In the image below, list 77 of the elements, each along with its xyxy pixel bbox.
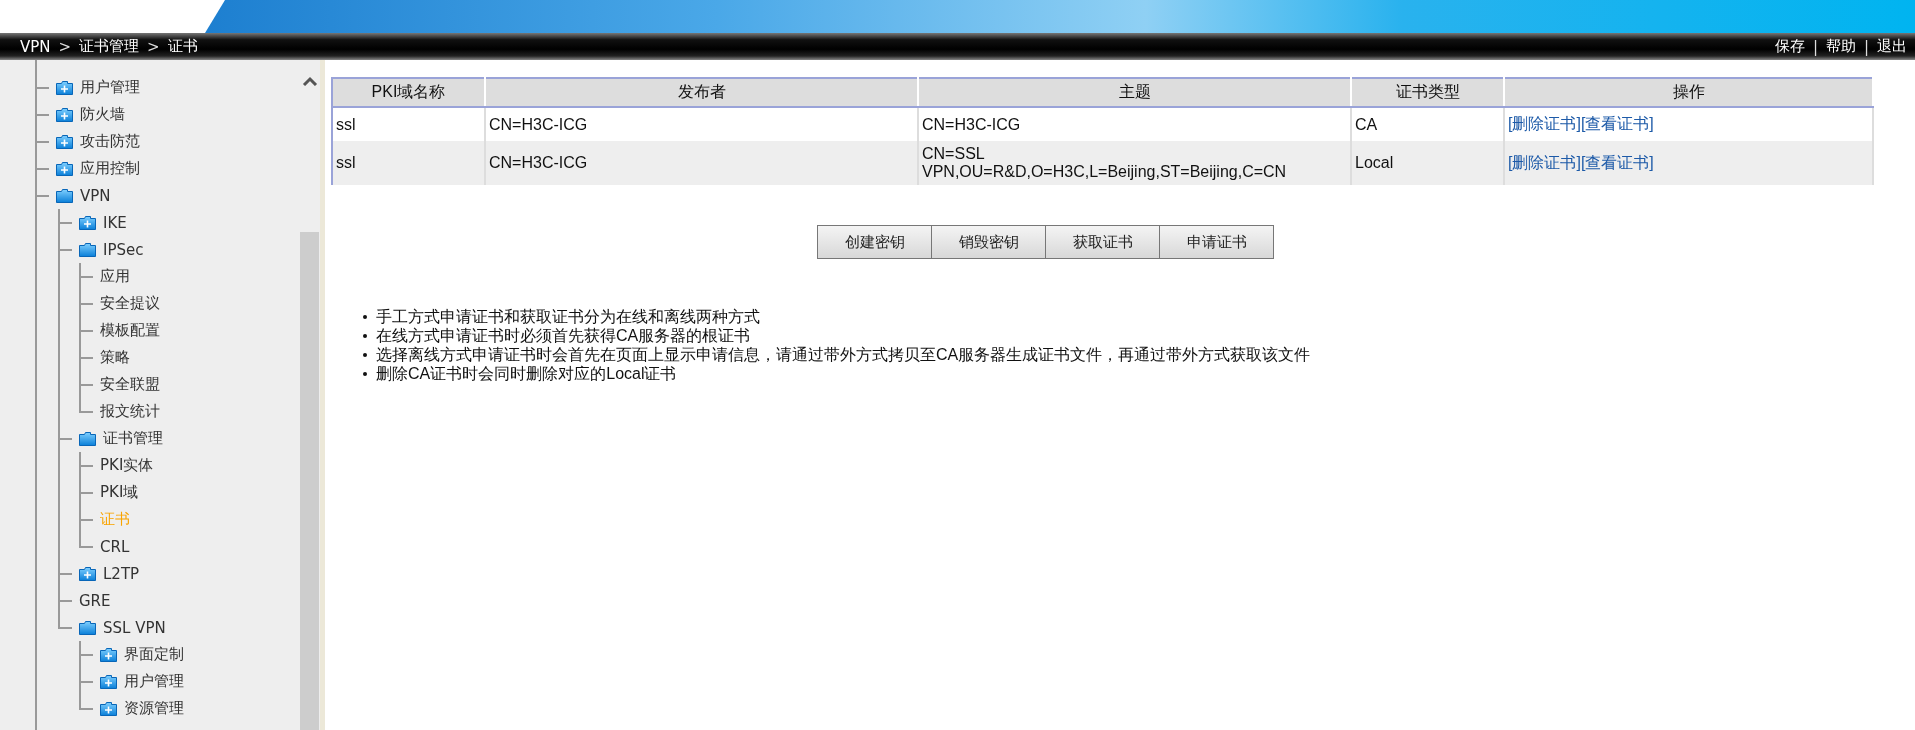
- folder-plus-icon[interactable]: [56, 80, 73, 95]
- action-link[interactable]: [查看证书]: [1580, 153, 1654, 171]
- tree-item[interactable]: PKI域: [100, 483, 139, 502]
- tree-item[interactable]: 报文统计: [100, 402, 160, 421]
- column-header: 发布者: [485, 78, 918, 107]
- tree-item[interactable]: GRE: [79, 591, 111, 610]
- tree-item[interactable]: 安全联盟: [100, 375, 160, 394]
- header-link[interactable]: 保存: [1774, 37, 1805, 56]
- table-cell: ssl: [332, 141, 485, 185]
- tree-item[interactable]: VPN: [80, 186, 111, 205]
- scrollbar-thumb[interactable]: [300, 232, 319, 730]
- folder-icon[interactable]: [56, 188, 73, 203]
- tree-item[interactable]: 界面定制: [124, 645, 184, 664]
- table-cell: Local: [1351, 141, 1504, 185]
- note-text: 选择离线方式申请证书时会首先在页面上显示申请信息，请通过带外方式拷贝至CA服务器生成证书文件，再通过带外方式获取该文件: [376, 345, 1311, 364]
- folder-plus-icon[interactable]: [56, 134, 73, 149]
- bullet-icon: [363, 314, 367, 319]
- folder-icon[interactable]: [79, 620, 96, 635]
- tree-item[interactable]: 攻击防范: [80, 132, 140, 151]
- table-cell: ssl: [332, 107, 485, 141]
- tree-item[interactable]: 防火墙: [80, 105, 125, 124]
- action-button[interactable]: 创建密钥: [817, 225, 932, 259]
- table-cell: CA: [1351, 107, 1504, 141]
- tree-item[interactable]: IPSec: [103, 240, 144, 259]
- tree-item[interactable]: 用户管理: [80, 78, 140, 97]
- tree-item[interactable]: 安全提议: [100, 294, 160, 313]
- tree-item[interactable]: PKI实体: [100, 456, 154, 475]
- column-header: 操作: [1504, 78, 1873, 107]
- breadcrumb-current: 证书: [167, 37, 198, 56]
- column-header: 证书类型: [1351, 78, 1504, 107]
- folder-plus-icon[interactable]: [56, 161, 73, 176]
- tree-item[interactable]: CRL: [100, 537, 130, 556]
- separator: >: [58, 37, 72, 56]
- bullet-icon: [363, 352, 367, 357]
- bullet-icon: [363, 371, 367, 376]
- tree-item[interactable]: 策略: [100, 348, 130, 367]
- tree-item[interactable]: 用户管理: [124, 672, 184, 691]
- bullet-icon: [363, 333, 367, 338]
- folder-plus-icon[interactable]: [79, 566, 96, 581]
- folder-plus-icon[interactable]: [100, 701, 117, 716]
- tree-item[interactable]: IKE: [103, 213, 127, 232]
- tree-item[interactable]: 应用控制: [80, 159, 140, 178]
- note-text: 删除CA证书时会同时删除对应的Local证书: [376, 364, 677, 383]
- table-cell: CN=H3C-ICG: [918, 107, 1351, 141]
- tree-item[interactable]: 资源管理: [124, 699, 184, 718]
- tree-item[interactable]: L2TP: [103, 564, 140, 583]
- action-link[interactable]: [删除证书]: [1508, 153, 1581, 171]
- tree-item[interactable]: SSL VPN: [103, 618, 166, 637]
- separator: |: [1812, 37, 1818, 56]
- note-text: 手工方式申请证书和获取证书分为在线和离线两种方式: [376, 307, 760, 326]
- separator: |: [1863, 37, 1869, 56]
- action-button[interactable]: 销毁密钥: [931, 225, 1046, 259]
- tree-item[interactable]: 应用: [100, 267, 130, 286]
- scroll-up-icon[interactable]: [301, 76, 318, 86]
- note-text: 在线方式申请证书时必须首先获得CA服务器的根证书: [376, 326, 751, 345]
- action-button[interactable]: 获取证书: [1045, 225, 1160, 259]
- action-link[interactable]: [删除证书]: [1508, 115, 1581, 132]
- folder-plus-icon[interactable]: [100, 674, 117, 689]
- header-link[interactable]: 帮助: [1825, 37, 1856, 56]
- table-cell: CN=SSL VPN,OU=R&D,O=H3C,L=Beijing,ST=Beijing,C=CN: [918, 141, 1351, 185]
- tree-item[interactable]: 证书管理: [103, 429, 163, 448]
- table-cell: CN=H3C-ICG: [485, 107, 918, 141]
- tree-item[interactable]: 模板配置: [100, 321, 160, 340]
- breadcrumb-link[interactable]: 证书管理: [79, 37, 140, 56]
- column-header: 主题: [918, 78, 1351, 107]
- column-header: PKI域名称: [332, 78, 485, 107]
- table-cell: CN=H3C-ICG: [485, 141, 918, 185]
- folder-icon[interactable]: [79, 431, 96, 446]
- folder-icon[interactable]: [79, 242, 96, 257]
- folder-plus-icon[interactable]: [100, 647, 117, 662]
- breadcrumb-link[interactable]: VPN: [20, 37, 51, 56]
- folder-plus-icon[interactable]: [79, 215, 96, 230]
- separator: >: [147, 37, 160, 56]
- header-link[interactable]: 退出: [1877, 37, 1907, 56]
- action-button[interactable]: 申请证书: [1159, 225, 1274, 259]
- action-link[interactable]: [查看证书]: [1580, 115, 1654, 132]
- folder-plus-icon[interactable]: [56, 107, 73, 122]
